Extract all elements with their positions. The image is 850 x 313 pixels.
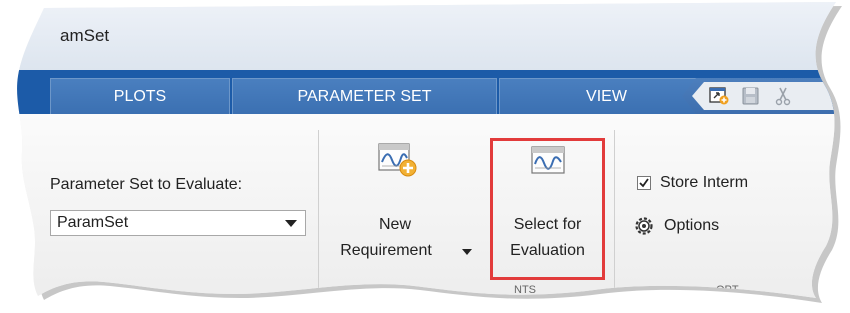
screenshot-stage: amSet PLOTS PARAMETER SET VIEW Parameter…: [0, 0, 850, 313]
app-window: amSet PLOTS PARAMETER SET VIEW Parameter…: [0, 0, 850, 313]
new-requirement-label-line1: New: [378, 216, 411, 233]
section-footer-middle: NTS: [514, 284, 536, 296]
store-intermediate-checkbox[interactable]: [637, 176, 651, 190]
tab-view[interactable]: VIEW: [499, 78, 714, 114]
gear-icon: [634, 216, 654, 236]
title-bar: amSet: [0, 0, 850, 70]
chevron-down-icon: [285, 220, 297, 227]
cut-off-label: e: [20, 214, 29, 231]
store-intermediate-label: Store Interm: [660, 174, 749, 191]
section-divider: [318, 130, 319, 290]
cut-icon[interactable]: [772, 86, 794, 106]
new-requirement-icon: [378, 140, 418, 180]
add-window-icon[interactable]: [708, 86, 730, 106]
checkmark-icon: [638, 177, 650, 189]
window-title: amSet: [60, 26, 110, 45]
tab-plots[interactable]: PLOTS: [50, 78, 230, 114]
highlight-box: [490, 138, 605, 280]
parameter-set-dropdown[interactable]: ParamSet: [50, 210, 306, 236]
chevron-down-icon[interactable]: [462, 249, 472, 255]
save-icon[interactable]: [740, 86, 762, 106]
new-requirement-label-line2: Requirement: [340, 242, 432, 259]
tab-parameter-set[interactable]: PARAMETER SET: [232, 78, 497, 114]
parameter-set-label: Parameter Set to Evaluate:: [50, 176, 243, 193]
section-divider: [614, 130, 615, 290]
options-label: Options: [664, 217, 720, 234]
parameter-set-value: ParamSet: [57, 214, 129, 231]
